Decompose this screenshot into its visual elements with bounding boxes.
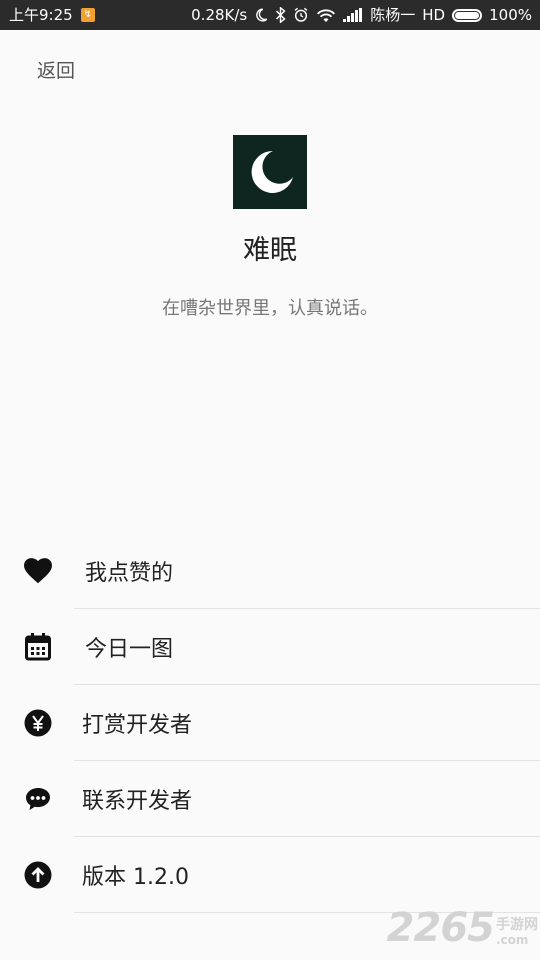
menu-item-contact-developer[interactable]: 联系开发者 [0,761,540,837]
moon-status-icon [254,0,268,30]
status-time: 上午9:25 [9,6,73,24]
menu-item-label: 打赏开发者 [82,713,193,738]
heart-icon [24,557,52,585]
watermark-suffix-top: 手游网 [496,917,538,933]
chat-icon [24,785,52,813]
watermark-suffix: 手游网 .com [496,918,538,948]
app-logo [233,135,307,209]
wifi-icon [316,0,336,30]
app-tagline: 在嘈杂世界里，认真说话。 [162,298,378,319]
signal-icon [343,0,363,30]
alarm-icon [293,0,309,30]
menu-item-label: 今日一图 [85,637,174,662]
battery-percent: 100% [489,6,532,24]
yen-icon [24,709,52,737]
menu-list: 我点赞的 今日一图 打赏开发者 联系开发者 版本 1.2.0 [0,533,540,913]
menu-item-today-picture[interactable]: 今日一图 [0,609,540,685]
watermark-suffix-bottom: .com [496,933,529,947]
network-speed: 0.28K/s [191,6,248,24]
menu-item-label: 版本 1.2.0 [82,865,189,890]
carrier-name: 陈杨一 [370,6,416,24]
app-name: 难眠 [243,235,297,266]
calendar-icon [24,633,52,661]
battery-icon [452,8,483,22]
arrow-up-icon [24,861,52,889]
menu-item-tip-developer[interactable]: 打赏开发者 [0,685,540,761]
back-button[interactable]: 返回 [37,56,75,83]
moon-icon [251,150,293,193]
menu-item-label: 我点赞的 [85,561,174,586]
bluetooth-icon [275,0,286,30]
hd-indicator: HD [422,6,446,24]
menu-item-liked[interactable]: 我点赞的 [0,533,540,609]
notification-icon: ↯ [80,8,95,22]
status-bar: 上午9:25 ↯ 0.28K/s 陈杨一 HD 100% [0,0,540,30]
watermark-logo: 2265 手游网 .com [387,908,538,948]
menu-item-version[interactable]: 版本 1.2.0 [0,837,540,913]
menu-item-label: 联系开发者 [82,789,193,814]
watermark-number: 2265 [386,905,495,951]
